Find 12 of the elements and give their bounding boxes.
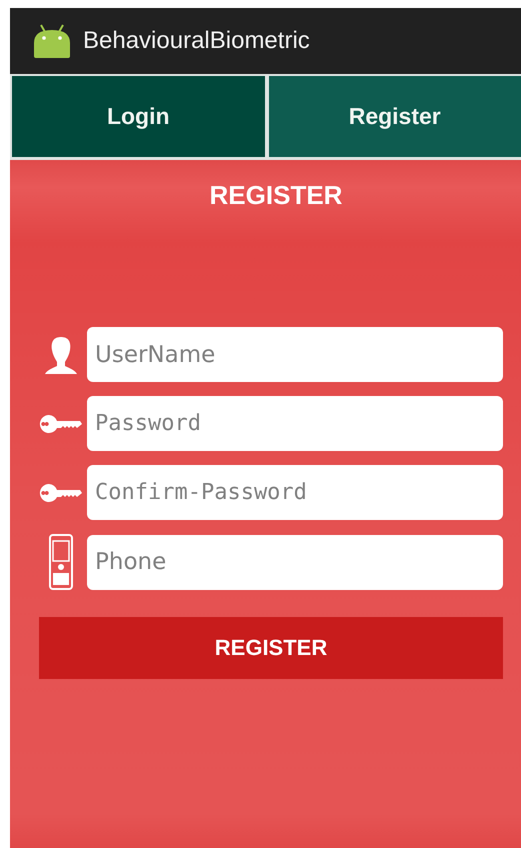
input-field[interactable]: Password [87, 396, 503, 451]
tab[interactable]: Login [12, 76, 264, 157]
input-field[interactable]: UserName [87, 327, 503, 382]
input-field[interactable]: Phone [87, 534, 503, 590]
key-icon [39, 482, 83, 502]
key-icon [39, 414, 83, 434]
register-button[interactable]: REGISTER [39, 617, 503, 679]
form-heading: REGISTER [210, 180, 342, 211]
android-icon [32, 23, 72, 59]
app-title: BehaviouralBiometric [83, 27, 310, 55]
tab[interactable]: Register [268, 76, 521, 157]
input-field[interactable]: Confirm-Password [87, 465, 503, 520]
